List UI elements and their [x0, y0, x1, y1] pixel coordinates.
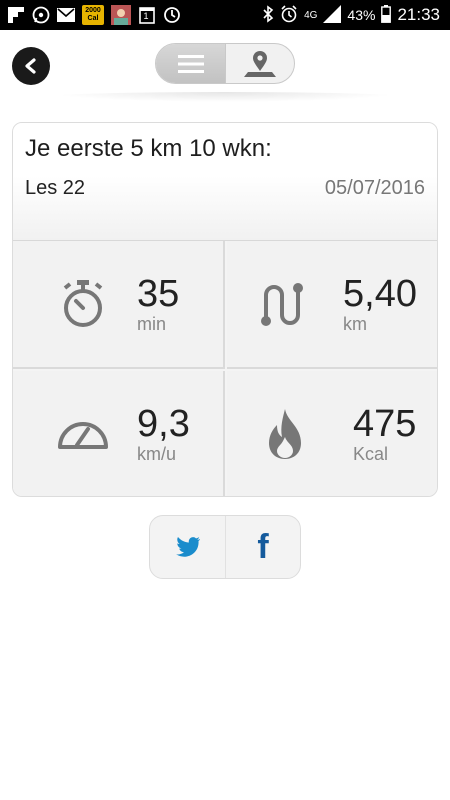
back-arrow-icon: [25, 58, 36, 74]
distance-unit: km: [343, 314, 367, 334]
status-right: 4G 43% 21:33: [262, 4, 450, 26]
duration-value: 35: [137, 273, 180, 315]
workout-card: Je eerste 5 km 10 wkn: Les 22 05/07/2016…: [12, 122, 438, 497]
duration-unit: min: [137, 314, 167, 334]
whatsapp-icon: [32, 6, 50, 24]
list-view-tab[interactable]: [156, 44, 225, 83]
twitter-icon: [175, 537, 200, 557]
speedometer-icon: [53, 404, 113, 464]
sync-icon: [163, 6, 181, 24]
network-type: 4G: [304, 9, 318, 21]
battery-icon: [381, 4, 392, 26]
calorie-app-icon: 2000 Cal: [82, 5, 104, 25]
photo-icon: [111, 5, 131, 25]
twitter-share-button[interactable]: [150, 516, 225, 578]
battery-percent: 43%: [347, 7, 376, 23]
lesson-label: Les 22: [25, 177, 86, 199]
alarm-icon: [280, 4, 298, 26]
mail-icon: [57, 6, 75, 24]
header-shadow: [45, 92, 405, 102]
stat-speed: 9,3 km/u: [13, 371, 225, 496]
back-button[interactable]: [12, 47, 50, 85]
stats-grid: 35 min 5,40 km 9,3 km/u 475 Kcal: [13, 241, 437, 496]
workout-date: 05/07/2016: [324, 177, 425, 199]
signal-icon: [323, 4, 342, 26]
map-pin-icon: [244, 50, 276, 77]
calendar-icon: 1: [138, 6, 156, 24]
calorie-badge-text: 2000 Cal: [85, 7, 101, 22]
calendar-day: 1: [143, 11, 149, 21]
route-icon: [253, 274, 313, 334]
clock: 21:33: [397, 5, 440, 24]
facebook-share-button[interactable]: f: [225, 516, 300, 578]
map-view-tab[interactable]: [225, 44, 294, 83]
calories-value: 475: [353, 403, 417, 445]
facebook-icon: f: [257, 527, 269, 566]
distance-value: 5,40: [343, 273, 417, 315]
workout-title: Je eerste 5 km 10 wkn:: [25, 135, 272, 162]
flipboard-icon: [7, 6, 25, 24]
app-header: [0, 30, 450, 100]
speed-unit: km/u: [137, 444, 177, 464]
speed-value: 9,3: [137, 403, 190, 445]
list-icon: [177, 54, 204, 73]
calories-unit: Kcal: [353, 444, 389, 464]
stat-calories: 475 Kcal: [227, 371, 437, 496]
bluetooth-icon: [262, 4, 274, 26]
stat-distance: 5,40 km: [227, 241, 437, 369]
workout-header: Je eerste 5 km 10 wkn: Les 22 05/07/2016: [13, 123, 437, 241]
flame-icon: [255, 404, 315, 464]
share-buttons: f: [149, 515, 301, 579]
view-toggle: [155, 43, 295, 84]
stat-duration: 35 min: [13, 241, 225, 369]
status-bar: 2000 Cal 1 4G 43% 21:33: [0, 0, 450, 30]
notification-icons: 2000 Cal 1: [0, 5, 181, 25]
stopwatch-icon: [53, 274, 113, 334]
